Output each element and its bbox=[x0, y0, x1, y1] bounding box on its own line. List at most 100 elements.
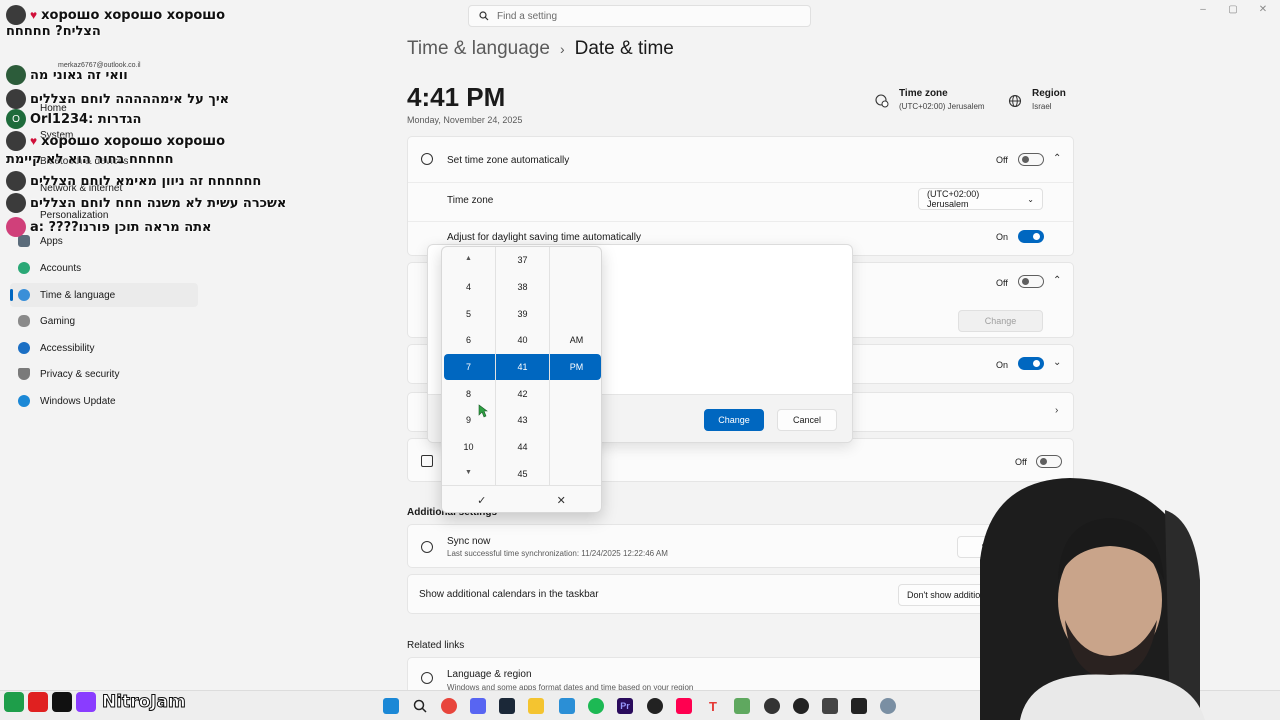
sidebar-item-accessibility[interactable]: Accessibility bbox=[10, 336, 198, 360]
timezone-dropdown[interactable]: (UTC+02:00) Jerusalem ⌄ bbox=[918, 188, 1043, 210]
accessibility-icon bbox=[18, 342, 30, 354]
steam-icon[interactable] bbox=[499, 698, 515, 714]
region-label: Region bbox=[1032, 88, 1066, 99]
maximize-button[interactable]: ▢ bbox=[1223, 4, 1243, 15]
change-time-button[interactable]: Change bbox=[958, 310, 1043, 332]
webcam-overlay bbox=[960, 470, 1280, 720]
tiktok-icon[interactable] bbox=[676, 698, 692, 714]
set-tz-auto-toggle[interactable] bbox=[1018, 153, 1044, 166]
ampm-column[interactable]: AM PM bbox=[550, 247, 601, 485]
sync-sub: Last successful time synchronization: 11… bbox=[447, 549, 668, 558]
sidebar-item-privacy[interactable]: Privacy & security bbox=[10, 362, 198, 386]
app-icon[interactable] bbox=[764, 698, 780, 714]
pm-option-selected[interactable]: PM bbox=[550, 362, 601, 372]
chat-message: חחחחח בחור הוא לא קיימת bbox=[6, 151, 174, 167]
am-option[interactable]: AM bbox=[550, 335, 601, 345]
search-placeholder: Find a setting bbox=[497, 10, 558, 22]
search-icon[interactable] bbox=[412, 698, 428, 714]
set-time-auto-toggle[interactable] bbox=[1018, 275, 1044, 288]
premiere-icon[interactable]: Pr bbox=[617, 698, 633, 714]
close-button[interactable]: ✕ bbox=[1253, 4, 1273, 15]
accept-check-icon[interactable]: ✓ bbox=[442, 486, 522, 512]
timezone-card: Set time zone automatically Off ⌃ Time z… bbox=[407, 136, 1074, 256]
dialog-cancel-button[interactable]: Cancel bbox=[777, 409, 837, 431]
minute-option[interactable]: 40 bbox=[496, 335, 549, 345]
minute-option[interactable]: 42 bbox=[496, 389, 549, 399]
hour-option-selected[interactable]: 7 bbox=[442, 362, 495, 372]
sync-label: Sync now bbox=[447, 536, 491, 547]
chrome-icon[interactable] bbox=[441, 698, 457, 714]
minute-option[interactable]: 44 bbox=[496, 442, 549, 452]
show-time-state: On bbox=[996, 360, 1009, 370]
hour-option[interactable]: 5 bbox=[442, 309, 495, 319]
chevron-up-icon[interactable]: ⌃ bbox=[1053, 275, 1061, 286]
region-value: Israel bbox=[1032, 102, 1052, 111]
xbox-icon bbox=[4, 692, 24, 712]
picker-footer: ✓ ✕ bbox=[442, 485, 602, 512]
dst-state: On bbox=[996, 232, 1009, 242]
hour-option[interactable]: 8 bbox=[442, 389, 495, 399]
search-box[interactable]: Find a setting bbox=[468, 5, 811, 27]
windows-start-icon[interactable] bbox=[383, 698, 399, 714]
avatar bbox=[6, 65, 26, 85]
minute-option[interactable]: 45 bbox=[496, 469, 549, 479]
dst-toggle[interactable] bbox=[1018, 230, 1044, 243]
dialog-change-button[interactable]: Change bbox=[704, 409, 764, 431]
minimize-button[interactable]: – bbox=[1193, 4, 1213, 15]
hour-column[interactable]: ▲ 4 5 6 7 8 9 10 ▼ bbox=[442, 247, 495, 485]
chevron-down-icon[interactable]: ⌄ bbox=[1053, 357, 1061, 368]
sync-icon bbox=[421, 541, 433, 553]
sidebar-item-label: Privacy & security bbox=[40, 368, 120, 380]
sidebar-item-time-language[interactable]: Time & language bbox=[10, 283, 198, 307]
minute-option-selected[interactable]: 41 bbox=[496, 362, 549, 372]
sidebar-item-windows-update[interactable]: Windows Update bbox=[10, 389, 198, 413]
chat-message: אשכרה עשית לא משנה חחח לוחם הצללים bbox=[6, 192, 286, 214]
unity-icon[interactable] bbox=[851, 698, 867, 714]
minute-option[interactable]: 37 bbox=[496, 255, 549, 265]
app-icon[interactable] bbox=[734, 698, 750, 714]
accounts-icon bbox=[18, 262, 30, 274]
hour-option[interactable]: 4 bbox=[442, 282, 495, 292]
discord-icon[interactable] bbox=[470, 698, 486, 714]
brand-name: NitroJam bbox=[102, 692, 187, 713]
hour-option[interactable]: 6 bbox=[442, 335, 495, 345]
store-icon[interactable] bbox=[559, 698, 575, 714]
language-region-label: Language & region bbox=[447, 669, 532, 680]
scroll-up-icon[interactable]: ▲ bbox=[442, 255, 495, 262]
scroll-down-icon[interactable]: ▼ bbox=[442, 469, 495, 476]
globe-icon bbox=[1008, 94, 1022, 108]
minute-option[interactable]: 43 bbox=[496, 415, 549, 425]
minute-option[interactable]: 38 bbox=[496, 282, 549, 292]
sidebar-item-gaming[interactable]: Gaming bbox=[10, 309, 198, 333]
minute-option[interactable]: 39 bbox=[496, 309, 549, 319]
app-icon[interactable] bbox=[822, 698, 838, 714]
sidebar-item-label: Accounts bbox=[40, 262, 82, 274]
last-toggle-state: Off bbox=[1015, 457, 1027, 467]
page-title: Date & time bbox=[574, 38, 674, 59]
region-summary: Region Israel bbox=[1008, 88, 1066, 111]
set-time-auto-state: Off bbox=[996, 278, 1008, 288]
chevron-down-icon: ⌄ bbox=[1027, 194, 1034, 204]
sidebar-item-accounts[interactable]: Accounts bbox=[10, 256, 198, 280]
show-time-toggle[interactable] bbox=[1018, 357, 1044, 370]
arrow-app-icon[interactable] bbox=[793, 698, 809, 714]
avatar bbox=[6, 171, 26, 191]
dismiss-close-icon[interactable]: ✕ bbox=[522, 486, 602, 512]
related-links-heading: Related links bbox=[407, 640, 465, 651]
last-toggle[interactable] bbox=[1036, 455, 1062, 468]
sidebar-item-label: Windows Update bbox=[40, 395, 116, 407]
breadcrumb: Time & language › Date & time bbox=[407, 38, 674, 60]
youtube-icon bbox=[28, 692, 48, 712]
obs-icon[interactable] bbox=[647, 698, 663, 714]
sidebar-item-label: Accessibility bbox=[40, 342, 95, 354]
spotify-icon[interactable] bbox=[588, 698, 604, 714]
divider bbox=[408, 221, 1073, 222]
file-explorer-icon[interactable] bbox=[528, 698, 544, 714]
minute-column[interactable]: 37 38 39 40 41 42 43 44 45 bbox=[496, 247, 549, 485]
chevron-up-icon[interactable]: ⌃ bbox=[1053, 153, 1061, 164]
settings-gear-icon[interactable] bbox=[880, 698, 896, 714]
breadcrumb-parent[interactable]: Time & language bbox=[407, 38, 550, 60]
language-icon bbox=[421, 672, 433, 684]
app-icon[interactable]: T bbox=[705, 698, 721, 714]
hour-option[interactable]: 10 bbox=[442, 442, 495, 452]
